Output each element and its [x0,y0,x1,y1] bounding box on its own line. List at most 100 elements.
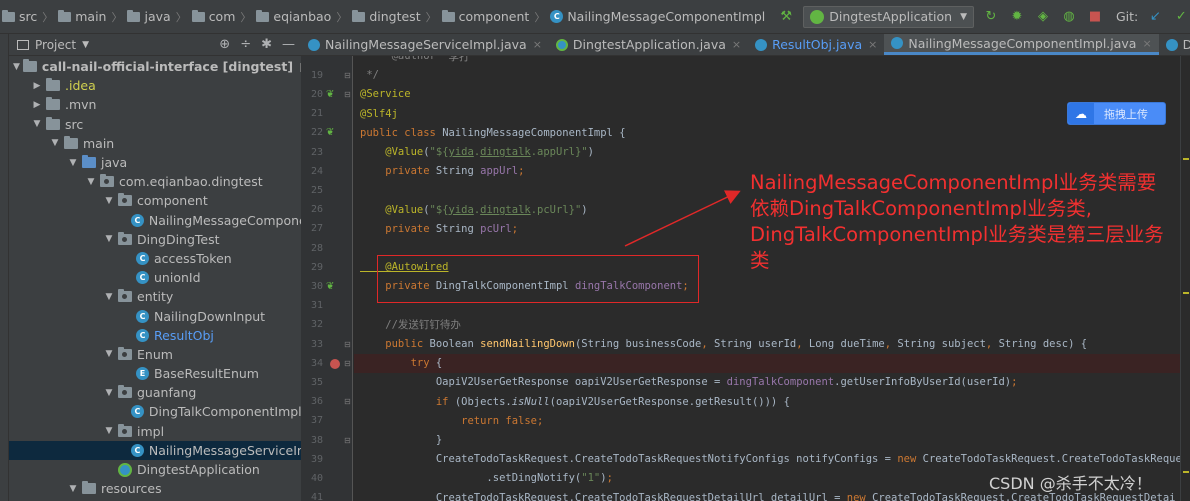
build-hammer-icon[interactable]: ⚒ [777,9,795,24]
tree-item[interactable]: ▼ DingDingTest [9,230,301,249]
breadcrumb-item[interactable]: C NailingMessageComponentImpl [550,9,765,24]
breadcrumb-item[interactable]: dingtest 〉 [352,9,441,25]
tree-item[interactable]: ▶CNailingMessageComponen [9,211,301,230]
editor-tab[interactable]: NailingMessageComponentImpl.java × [884,34,1159,55]
expand-down-icon[interactable]: ▼ [85,177,97,187]
expand-down-icon[interactable]: ▼ [103,292,115,302]
breadcrumb-item[interactable]: eqianbao 〉 [256,9,352,25]
breakpoint-icon[interactable] [330,358,340,369]
close-icon[interactable]: × [868,38,877,51]
run-configuration-label: DingtestApplication [829,9,953,24]
expand-down-icon[interactable]: ▼ [13,62,20,72]
expand-down-icon[interactable]: ▼ [103,426,115,436]
tree-item[interactable]: ▼ component [9,191,301,210]
editor-tab[interactable]: NailingMessageServiceImpl.java × [301,34,549,55]
gutter-line: 30 ❦ [301,277,352,296]
watermark: CSDN @杀手不太冷！ [989,474,1152,493]
tree-item[interactable]: ▶CNailingMessageServiceImp [9,440,301,460]
run-configuration-select[interactable]: DingtestApplication ▼ [803,5,974,28]
spring-bean-icon[interactable]: ❦ [326,127,334,138]
expand-down-icon[interactable]: ▼ [103,349,115,359]
tree-item[interactable]: ▶CDingTalkComponentImpl [9,402,301,421]
expand-right-icon[interactable]: ▶ [31,81,43,91]
tree-item[interactable]: ▶ .mvn [9,95,301,114]
expand-down-icon[interactable]: ▼ [67,158,79,168]
expand-right-icon[interactable]: ▶ [31,100,43,110]
close-icon[interactable]: × [533,38,542,51]
class-icon: C [136,328,149,342]
locate-file-icon[interactable]: ⊕ [219,37,230,52]
fold-icon[interactable]: ⊟ [344,340,351,349]
fold-icon[interactable]: ⊟ [344,397,351,406]
tree-item[interactable]: ▼ guanfang [9,383,301,402]
editor-tab[interactable]: DingT× [1159,34,1190,55]
code-token: yida [448,146,474,159]
editor-tab[interactable]: DingtestApplication.java × [549,34,748,55]
tree-item[interactable]: ▶CResultObj [9,326,301,345]
editor-scrollbar[interactable] [1180,56,1190,501]
fold-icon[interactable]: ⊟ [344,359,351,368]
breadcrumb-item[interactable]: main 〉 [58,9,127,25]
code-token: dingtalk [480,146,531,159]
coverage-icon[interactable]: ◈ [1034,9,1052,24]
tree-item[interactable]: ▶EBaseResultEnum [9,364,301,383]
tree-item[interactable]: ▼ src [9,115,301,134]
breadcrumb-item[interactable]: component 〉 [441,9,551,25]
editor-tab[interactable]: ResultObj.java × [748,34,884,55]
fold-icon[interactable]: ⊟ [344,90,351,99]
git-update-icon[interactable]: ↙ [1146,9,1164,24]
spring-bean-icon[interactable]: ❦ [326,89,334,100]
stop-icon[interactable]: ■ [1086,9,1104,24]
gutter-line: 37 [301,411,352,430]
tree-item-label: resources [101,481,162,497]
expand-down-icon[interactable]: ▼ [103,234,115,244]
code-token: } [360,434,443,447]
expand-down-icon[interactable]: ▼ [103,388,115,398]
chevron-right-icon: 〉 [425,10,437,24]
tree-item[interactable]: ▶CunionId [9,268,301,287]
breadcrumb-item[interactable]: src 〉 [2,9,58,25]
expand-down-icon[interactable]: ▼ [49,138,61,148]
tree-item[interactable]: ▼ main [9,134,301,153]
editor-gutter[interactable]: 19 ⊟ 20 ❦ ⊟ 21 22 ❦ 23 24 25 26 27 28 29 30 ❦ 31 32 33 ⊟ 34 ⊟ 3… [301,56,353,501]
project-panel-header[interactable]: Project ▼ ⊕ ÷ ✱ — [9,34,301,56]
spring-bean-icon[interactable]: ❦ [326,281,334,292]
close-icon[interactable]: × [732,38,741,51]
tree-item[interactable]: ▶CaccessToken [9,249,301,268]
profile-icon[interactable]: ◍ [1060,9,1078,24]
tree-item[interactable]: ▼ java [9,153,301,172]
line-number: 19 [310,69,323,81]
tree-item[interactable]: ▼ resources [9,479,301,498]
tree-item[interactable]: ▶ .idea [9,76,301,95]
tree-item[interactable]: ▶CNailingDownInput [9,306,301,325]
code-token: (String businessCode [574,338,702,351]
code-token: "${ [429,203,449,216]
spring-app-icon [118,462,132,477]
tree-item[interactable]: ▼ entity [9,287,301,306]
class-icon: C [130,443,144,457]
git-commit-icon[interactable]: ✓ [1172,9,1190,24]
tree-item[interactable]: ▼ call-nail-official-interface [dingtest]… [9,57,301,76]
upload-button[interactable]: ☁ 拖拽上传 [1067,102,1166,125]
gear-icon[interactable]: ✱ [261,37,272,52]
tree-item[interactable]: ▶DingtestApplication [9,460,301,479]
tree-item[interactable]: ▼ com.eqianbao.dingtest [9,172,301,191]
breadcrumb-item[interactable]: com 〉 [191,9,257,25]
debug-icon[interactable]: ✹ [1008,9,1026,24]
code-editor[interactable]: @author 李打 */ @Service @Slf4j public class … [354,56,1180,501]
expand-down-icon[interactable]: ▼ [67,484,79,494]
collapse-all-icon[interactable]: ÷ [240,37,251,52]
expand-down-icon[interactable]: ▼ [103,196,115,206]
fold-icon[interactable]: ⊟ [344,436,351,445]
fold-icon[interactable]: ⊟ [344,71,351,80]
close-icon[interactable]: × [1142,37,1151,50]
rerun-icon[interactable]: ↻ [982,9,1000,24]
chevron-right-icon: 〉 [336,10,348,24]
expand-down-icon[interactable]: ▼ [31,119,43,129]
tree-item[interactable]: ▼ impl [9,422,301,441]
code-token: @author [360,56,449,63]
code-token: pcUrl [480,222,512,235]
hide-panel-icon[interactable]: — [282,37,295,52]
breadcrumb-item[interactable]: java 〉 [127,9,191,25]
tree-item[interactable]: ▼ Enum [9,345,301,364]
